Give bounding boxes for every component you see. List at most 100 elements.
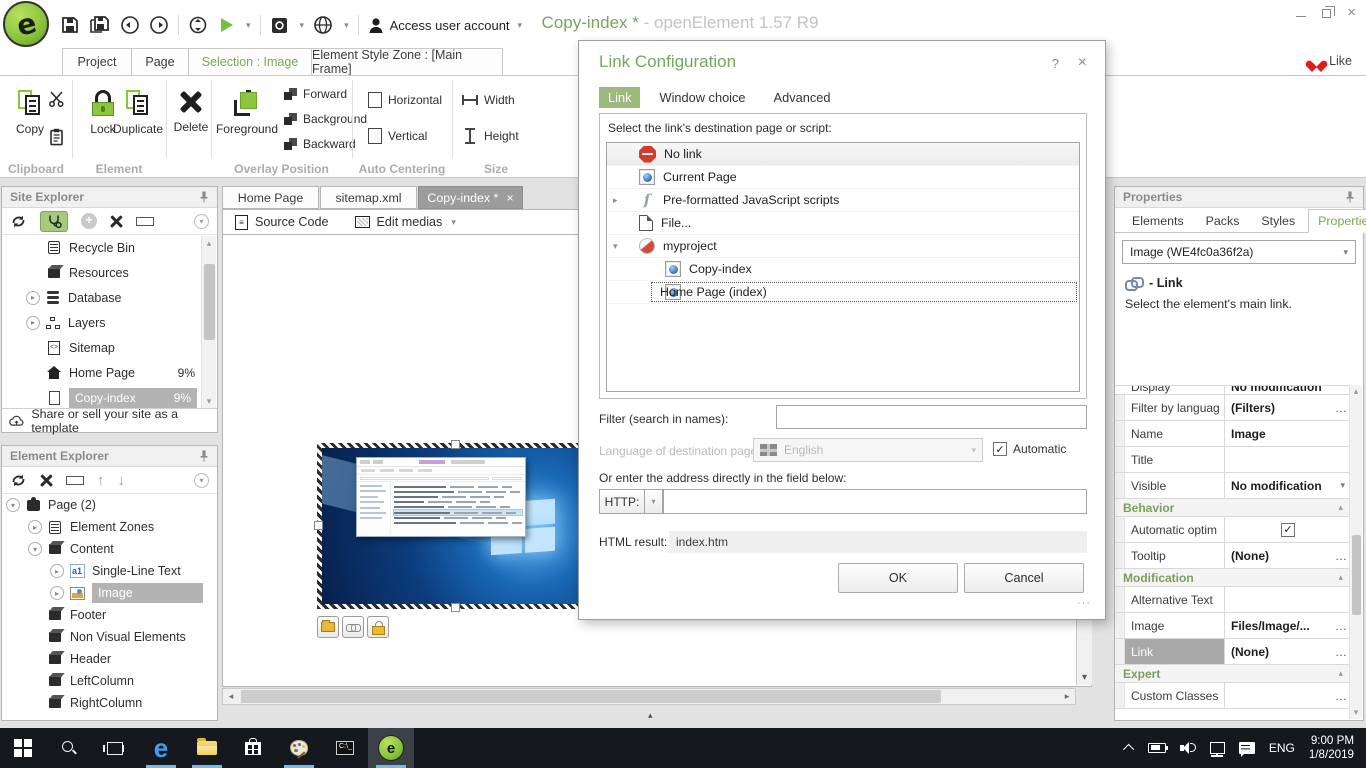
filter-input[interactable] [776, 405, 1087, 429]
checkbox-checked[interactable]: ✓ [1281, 522, 1295, 537]
dialog-tab-advanced[interactable]: Advanced [765, 87, 840, 108]
image-link-button[interactable] [342, 616, 364, 638]
collapse-icon[interactable]: ▴ [1338, 572, 1343, 583]
ellipsis-button[interactable]: … [1331, 639, 1351, 664]
delete-page-icon[interactable] [110, 215, 123, 228]
panel-menu-icon[interactable]: ▾ [194, 472, 209, 488]
site-item-resources[interactable]: Resources [2, 260, 217, 285]
address-input[interactable] [663, 489, 1087, 514]
expand-icon[interactable]: ▸ [28, 520, 42, 534]
export-caret-icon[interactable]: ▾ [300, 20, 305, 31]
element-item-rightcolumn[interactable]: RightColumn [2, 692, 217, 714]
element-item-non-visual[interactable]: Non Visual Elements [2, 626, 217, 648]
width-field-label[interactable]: Width [462, 90, 519, 110]
horizontal-centering-button[interactable]: Horizontal [368, 90, 442, 110]
checkbox-checked[interactable]: ✓ [993, 442, 1007, 456]
delete-element-icon[interactable] [40, 474, 53, 487]
site-item-layers[interactable]: ▸ Layers [2, 310, 217, 335]
paste-icon[interactable] [48, 128, 65, 146]
browser-globe-button[interactable] [313, 15, 333, 35]
expand-icon[interactable]: ▸ [50, 564, 64, 578]
action-center-icon[interactable] [1238, 742, 1255, 758]
edit-medias-button[interactable]: Edit medias ▾ [354, 215, 456, 229]
language-indicator[interactable]: ENG [1269, 741, 1295, 755]
doc-tab-home-page[interactable]: Home Page [222, 186, 319, 209]
list-item-home-page-index[interactable]: Home Page (index) [607, 281, 1079, 304]
list-item-file[interactable]: File... [607, 212, 1079, 235]
property-row-display[interactable]: Display No modification [1115, 386, 1351, 395]
automatic-checkbox-group[interactable]: ✓ Automatic [993, 442, 1066, 456]
backward-button[interactable]: Backward [284, 134, 367, 154]
duplicate-button[interactable]: Duplicate [106, 82, 170, 158]
taskbar-edge-button[interactable]: e [138, 728, 184, 768]
export-box-button[interactable] [270, 16, 289, 35]
background-button[interactable]: Background [284, 109, 367, 129]
clock[interactable]: 9:00 PM 1/8/2019 [1309, 734, 1354, 762]
selected-image-element[interactable] [314, 440, 595, 612]
save-all-icon[interactable] [89, 15, 111, 35]
expand-icon[interactable]: ▸ [613, 195, 625, 206]
save-icon[interactable] [60, 15, 80, 35]
rename-icon[interactable] [136, 216, 154, 226]
element-item-page[interactable]: ▾ Page (2) [2, 494, 217, 516]
element-item-leftcolumn[interactable]: LeftColumn [2, 670, 217, 692]
property-row-custom-classes[interactable]: Custom Classes … [1115, 683, 1351, 709]
dialog-tab-link[interactable]: Link [599, 87, 641, 108]
list-item-copy-index[interactable]: Copy-index [607, 258, 1079, 281]
foreground-button[interactable]: Foreground [212, 82, 282, 158]
doc-tab-copy-index[interactable]: Copy-index * × [418, 186, 523, 209]
redo-icon[interactable] [149, 15, 169, 35]
element-item-content[interactable]: ▾ Content [2, 538, 217, 560]
element-item-element-zones[interactable]: ▸ Element Zones [2, 516, 217, 538]
collapse-icon[interactable]: ▾ [613, 241, 625, 252]
image-lock-button[interactable] [367, 616, 389, 638]
taskbar-openelement-button[interactable]: e [368, 728, 414, 768]
collapse-icon[interactable]: ▾ [6, 498, 20, 512]
minimize-icon[interactable] [1296, 9, 1307, 17]
delete-button[interactable]: Delete [168, 82, 214, 158]
element-item-header[interactable]: Header [2, 648, 217, 670]
site-item-sitemap[interactable]: <> Sitemap [2, 335, 217, 360]
tab-styles[interactable]: Styles [1252, 210, 1304, 232]
tab-element-style-zone[interactable]: Element Style Zone : [Main Frame] [311, 48, 503, 76]
vertical-centering-button[interactable]: Vertical [368, 126, 442, 146]
panel-collapse-arrow[interactable]: ▴ [648, 710, 653, 721]
tab-project[interactable]: Project [62, 48, 132, 75]
rename-element-icon[interactable] [66, 475, 84, 485]
volume-icon[interactable] [1179, 742, 1196, 754]
site-item-recycle-bin[interactable]: Recycle Bin [2, 235, 217, 260]
browser-caret-icon[interactable]: ▾ [344, 20, 349, 31]
site-tree-scrollbar[interactable]: ▴ ▾ [201, 236, 216, 408]
ok-button[interactable]: OK [838, 563, 958, 593]
refresh-tree-icon[interactable] [10, 472, 27, 489]
element-item-image[interactable]: ▸ Image [2, 582, 217, 604]
list-item-no-link[interactable]: No link [607, 143, 1079, 166]
resize-grip[interactable]: ··· [1077, 597, 1091, 609]
property-row-alternative-text[interactable]: Alternative Text [1115, 587, 1351, 613]
ellipsis-button[interactable]: … [1331, 683, 1351, 708]
ellipsis-button[interactable]: … [1331, 543, 1351, 568]
protocol-dropdown[interactable]: HTTP: ▾ [599, 489, 663, 514]
forward-button[interactable]: Forward [284, 84, 367, 104]
property-row-visible[interactable]: Visible No modification ▾ [1115, 473, 1351, 499]
expand-icon[interactable]: ▸ [26, 315, 40, 330]
property-row-filter-by-language[interactable]: Filter by languag (Filters) … [1115, 395, 1351, 421]
expand-icon[interactable]: ▸ [50, 586, 64, 600]
taskbar-cmd-button[interactable]: C:\_ [322, 728, 368, 768]
resize-handle-bottom[interactable] [451, 603, 460, 612]
restore-icon[interactable] [1322, 5, 1336, 18]
taskbar-paint-button[interactable] [276, 728, 322, 768]
add-page-icon[interactable]: + [81, 213, 97, 229]
dialog-tab-window-choice[interactable]: Window choice [650, 87, 754, 108]
property-row-image[interactable]: Image Files/Image/... … [1115, 613, 1351, 639]
site-item-database[interactable]: ▸ Database [2, 285, 217, 310]
help-icon[interactable]: ? [1052, 56, 1059, 71]
cut-icon[interactable] [48, 90, 65, 107]
tab-properties[interactable]: Properties [1308, 209, 1366, 233]
property-row-link[interactable]: Link (None) … [1115, 639, 1351, 665]
tab-page[interactable]: Page [131, 48, 189, 75]
cancel-button[interactable]: Cancel [964, 563, 1084, 593]
diagnostics-button[interactable] [40, 210, 68, 232]
move-up-icon[interactable]: ↑ [97, 472, 105, 489]
property-row-tooltip[interactable]: Tooltip (None) … [1115, 543, 1351, 569]
